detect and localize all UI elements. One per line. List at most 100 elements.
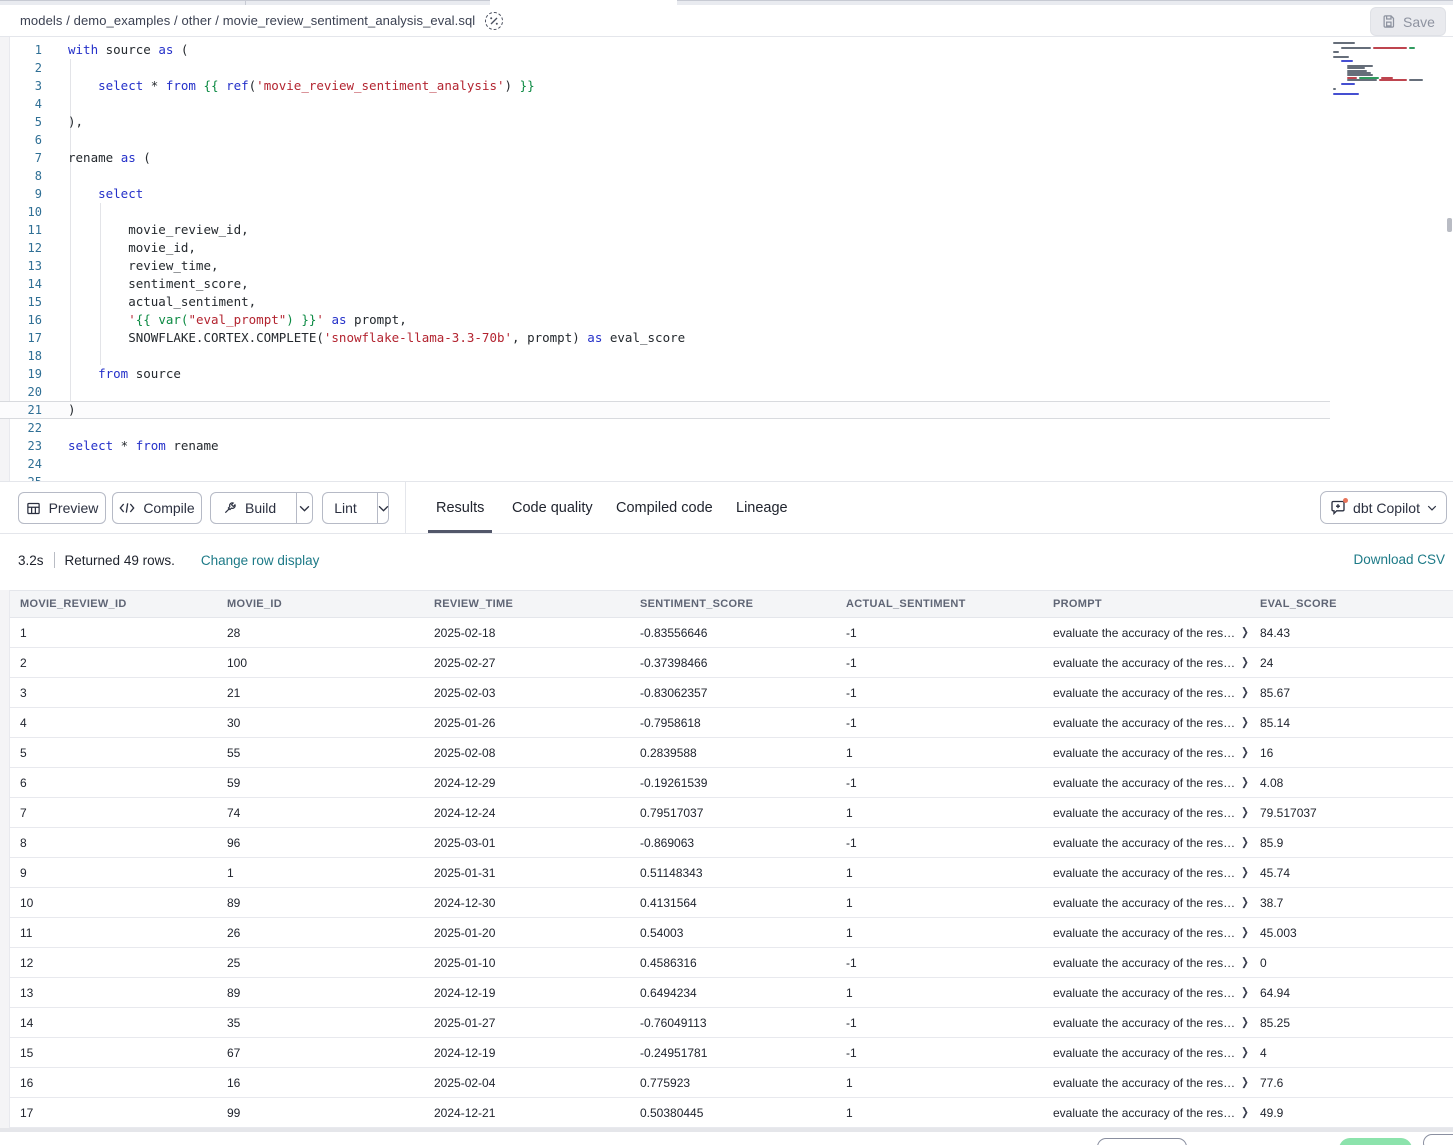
code-line[interactable]: 6 [0,131,685,149]
code-line[interactable]: 19 from source [0,365,685,383]
column-header[interactable]: SENTIMENT_SCORE [630,591,836,617]
expand-cell-chevron-icon[interactable]: ❯ [1241,776,1249,789]
code-line[interactable]: 10 [0,203,685,221]
table-row[interactable]: 10892024-12-300.41315641evaluate the acc… [10,888,1453,918]
code-line[interactable]: 23select * from rename [0,437,685,455]
cell-actual-sentiment: 1 [836,978,1043,1007]
editor-scrollbar[interactable] [1447,218,1452,232]
table-row[interactable]: 21002025-02-27-0.37398466-1evaluate the … [10,648,1453,678]
code-line[interactable]: 3 select * from {{ ref('movie_review_sen… [0,77,685,95]
save-button[interactable]: Save [1370,7,1446,36]
column-header[interactable]: ACTUAL_SENTIMENT [836,591,1043,617]
expand-cell-chevron-icon[interactable]: ❯ [1241,836,1249,849]
code-line[interactable]: 2 [0,59,685,77]
expand-cell-chevron-icon[interactable]: ❯ [1241,1106,1249,1119]
tab-results[interactable]: Results [436,482,484,533]
cell-actual-sentiment: -1 [836,708,1043,737]
code-line[interactable]: 22 [0,419,685,437]
sql-editor[interactable]: 1with source as (23 select * from {{ ref… [0,37,1453,481]
code-line[interactable]: 21) [0,401,685,419]
expand-cell-chevron-icon[interactable]: ❯ [1241,626,1249,639]
table-row[interactable]: 12252025-01-100.4586316-1evaluate the ac… [10,948,1453,978]
expand-cell-chevron-icon[interactable]: ❯ [1241,746,1249,759]
column-header[interactable]: PROMPT [1043,591,1250,617]
table-row[interactable]: 14352025-01-27-0.76049113-1evaluate the … [10,1008,1453,1038]
table-row[interactable]: 11262025-01-200.540031evaluate the accur… [10,918,1453,948]
build-dropdown-button[interactable] [296,493,312,523]
expand-cell-chevron-icon[interactable]: ❯ [1241,686,1249,699]
expand-cell-chevron-icon[interactable]: ❯ [1241,716,1249,729]
table-row[interactable]: 1282025-02-18-0.83556646-1evaluate the a… [10,618,1453,648]
column-header[interactable]: REVIEW_TIME [424,591,630,617]
footer-green-button-partial[interactable] [1339,1138,1412,1145]
lint-button[interactable]: Lint [322,493,369,523]
breadcrumb[interactable]: models / demo_examples / other / movie_r… [20,13,475,28]
cell-review-time: 2024-12-19 [424,1038,630,1067]
expand-cell-chevron-icon[interactable]: ❯ [1241,806,1249,819]
table-row[interactable]: 17992024-12-210.503804451evaluate the ac… [10,1098,1453,1128]
expand-cell-chevron-icon[interactable]: ❯ [1241,956,1249,969]
download-csv-link[interactable]: Download CSV [1353,552,1445,567]
build-button[interactable]: Build [211,493,288,523]
expand-cell-chevron-icon[interactable]: ❯ [1241,656,1249,669]
cell-review-time: 2025-02-03 [424,678,630,707]
tab-lineage[interactable]: Lineage [736,482,788,533]
column-header[interactable]: EVAL_SCORE [1250,591,1453,617]
table-row[interactable]: 3212025-02-03-0.83062357-1evaluate the a… [10,678,1453,708]
tab-compiled-code[interactable]: Compiled code [616,482,713,533]
code-line[interactable]: 12 movie_id, [0,239,685,257]
lint-dropdown-button[interactable] [377,493,389,523]
table-row[interactable]: 15672024-12-19-0.24951781-1evaluate the … [10,1038,1453,1068]
code-line[interactable]: 24 [0,455,685,473]
code-line[interactable]: 11 movie_review_id, [0,221,685,239]
change-row-display-link[interactable]: Change row display [201,553,320,568]
prompt-truncated-text: evaluate the accuracy of the res… [1053,626,1235,640]
code-line[interactable]: 9 select [0,185,685,203]
table-row[interactable]: 5552025-02-080.28395881evaluate the accu… [10,738,1453,768]
table-row[interactable]: 912025-01-310.511483431evaluate the accu… [10,858,1453,888]
code-line[interactable]: 13 review_time, [0,257,685,275]
code-line[interactable]: 1with source as ( [0,41,685,59]
line-number: 25 [0,473,42,481]
table-row[interactable]: 6592024-12-29-0.19261539-1evaluate the a… [10,768,1453,798]
footer-button-partial[interactable] [1423,1134,1453,1145]
expand-cell-chevron-icon[interactable]: ❯ [1241,1016,1249,1029]
cell-actual-sentiment: -1 [836,618,1043,647]
expand-cell-chevron-icon[interactable]: ❯ [1241,986,1249,999]
format-code-icon[interactable] [485,12,503,30]
expand-cell-chevron-icon[interactable]: ❯ [1241,896,1249,909]
code-line[interactable]: 14 sentiment_score, [0,275,685,293]
compile-button[interactable]: Compile [112,492,202,524]
column-header[interactable]: MOVIE_REVIEW_ID [10,591,217,617]
cell-movie-id: 59 [217,768,424,797]
code-line[interactable]: 4 [0,95,685,113]
table-row[interactable]: 16162025-02-040.7759231evaluate the accu… [10,1068,1453,1098]
code-line[interactable]: 7rename as ( [0,149,685,167]
code-line[interactable]: 8 [0,167,685,185]
expand-cell-chevron-icon[interactable]: ❯ [1241,1046,1249,1059]
line-number: 12 [0,239,42,257]
footer-button-partial[interactable] [1097,1138,1187,1145]
editor-minimap[interactable] [1333,42,1445,94]
code-line[interactable]: 17 SNOWFLAKE.CORTEX.COMPLETE('snowflake-… [0,329,685,347]
preview-button[interactable]: Preview [18,492,106,524]
code-line[interactable]: 18 [0,347,685,365]
code-line[interactable]: 25 [0,473,685,481]
line-number: 4 [0,95,42,113]
code-line[interactable]: 15 actual_sentiment, [0,293,685,311]
table-row[interactable]: 13892024-12-190.64942341evaluate the acc… [10,978,1453,1008]
dbt-copilot-button[interactable]: dbt Copilot [1320,491,1447,524]
column-header[interactable]: MOVIE_ID [217,591,424,617]
tab-code-quality[interactable]: Code quality [512,482,593,533]
expand-cell-chevron-icon[interactable]: ❯ [1241,866,1249,879]
expand-cell-chevron-icon[interactable]: ❯ [1241,1076,1249,1089]
code-line[interactable]: 5), [0,113,685,131]
table-row[interactable]: 8962025-03-01-0.869063-1evaluate the acc… [10,828,1453,858]
code-line[interactable]: 20 [0,383,685,401]
code-line[interactable]: 16 '{{ var("eval_prompt") }}' as prompt, [0,311,685,329]
table-row[interactable]: 4302025-01-26-0.7958618-1evaluate the ac… [10,708,1453,738]
cell-prompt: evaluate the accuracy of the res…❯ [1043,888,1250,917]
table-row[interactable]: 7742024-12-240.795170371evaluate the acc… [10,798,1453,828]
prompt-truncated-text: evaluate the accuracy of the res… [1053,926,1235,940]
expand-cell-chevron-icon[interactable]: ❯ [1241,926,1249,939]
